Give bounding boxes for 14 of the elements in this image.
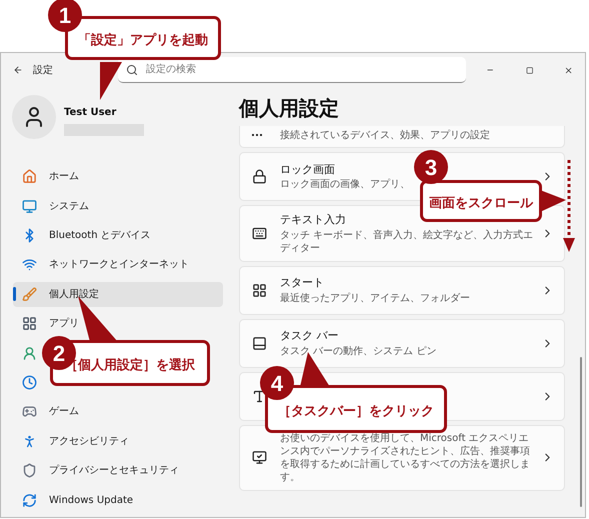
card-description: 最近使ったアプリ、アイテム、フォルダー: [280, 292, 471, 305]
card-description: お使いのデバイスを使用して、Microsoft エクスペリエンス内でパーソナライズされたヒント、広告、推奨事項を取得するために計画しているすべての方法を選択します。: [280, 432, 531, 484]
card-title: スタート: [280, 275, 324, 292]
window-title: 設定: [32, 64, 54, 78]
card-title: テキスト入力: [280, 212, 346, 228]
card-title: タスク バー: [280, 328, 338, 344]
user-name: Test User: [64, 106, 118, 120]
card-description: 接続されているデバイス、効果、アプリの設定: [280, 128, 491, 142]
card-description: ロック画面の画像、アプリ、: [280, 178, 411, 192]
card-description: タスク バーの動作、システム ピン: [280, 344, 438, 358]
card-description: タッチ キーボード、音声入力、絵文字など、入力方式エディター: [280, 228, 534, 254]
page-heading: 個人用設定: [239, 95, 340, 122]
callout-tooltip: 画面をスクロール: [420, 180, 542, 222]
card-title: ロック画面: [280, 162, 335, 178]
